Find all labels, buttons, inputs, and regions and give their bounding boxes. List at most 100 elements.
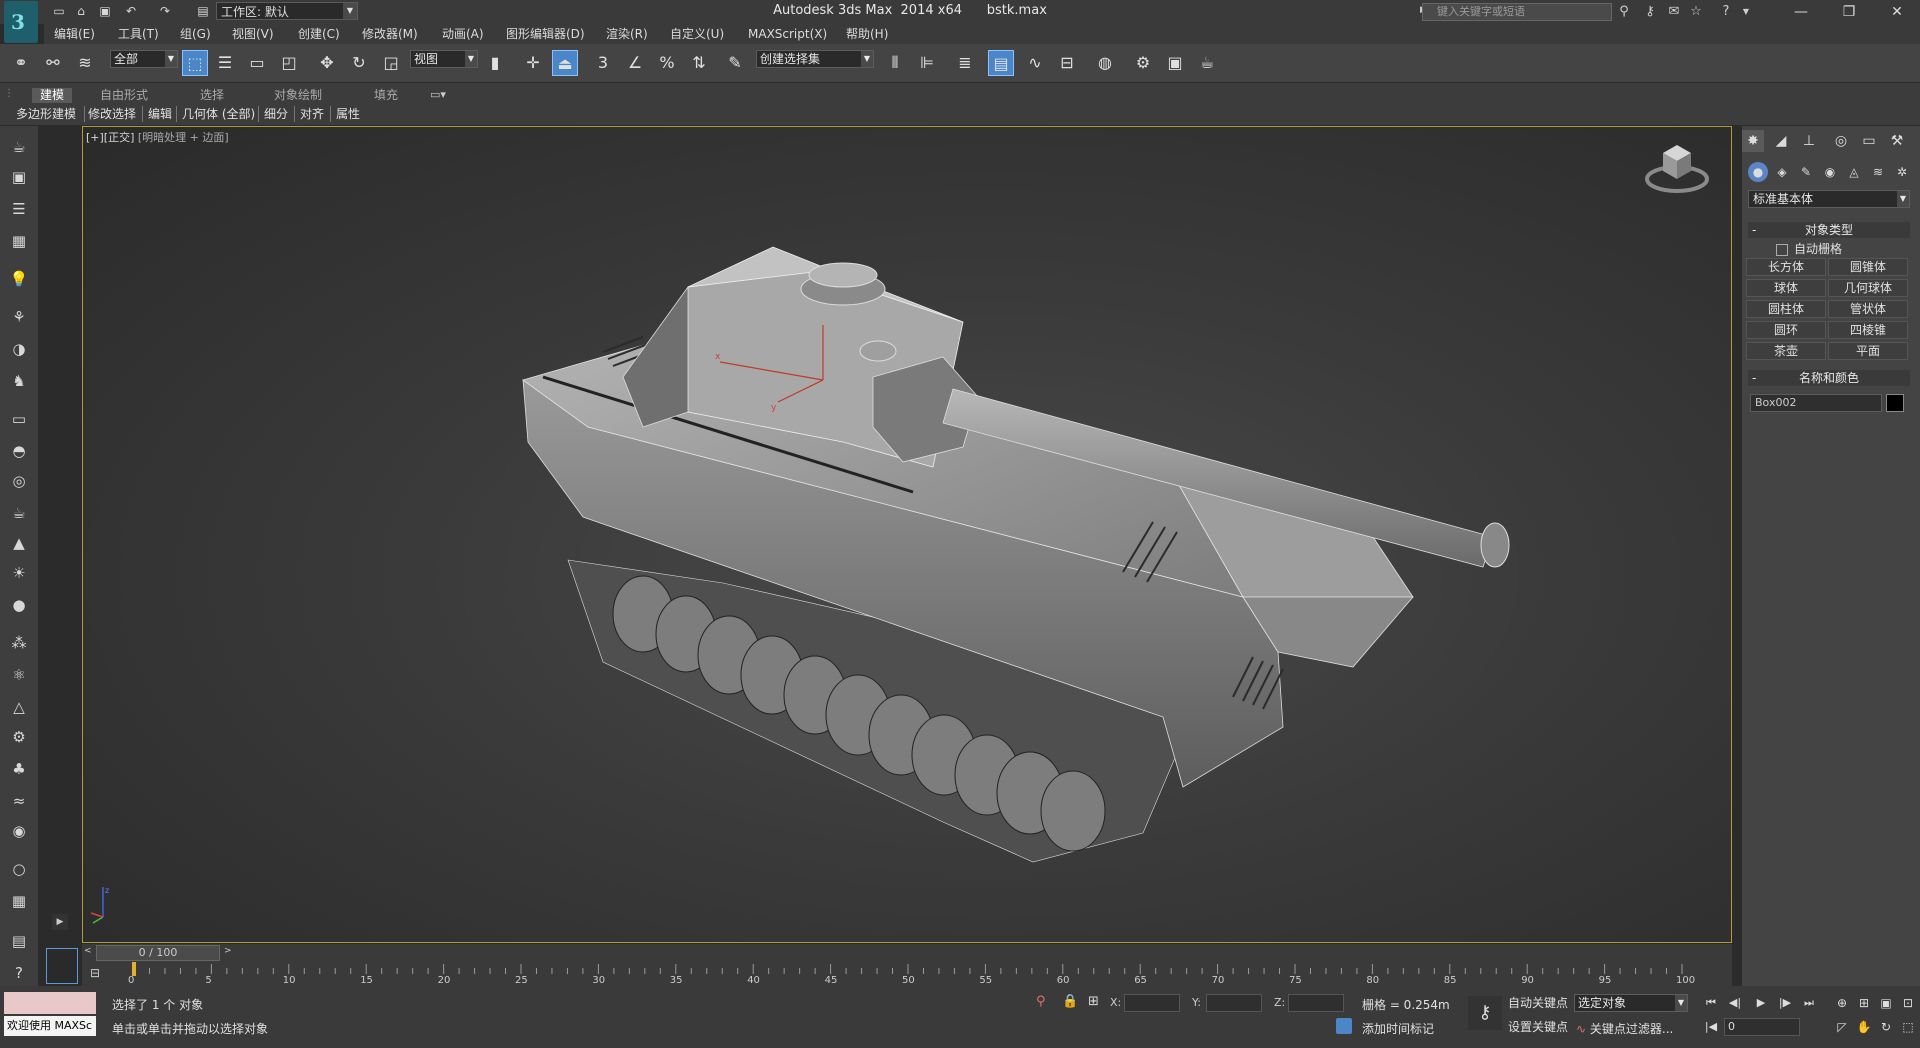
- utilities-tab-icon[interactable]: ⚒: [1886, 130, 1908, 152]
- geometry-icon[interactable]: ●: [1748, 162, 1768, 182]
- pyramid-button[interactable]: 四棱锥: [1828, 321, 1908, 339]
- time-slider[interactable]: [82, 944, 1732, 962]
- go-to-end-icon[interactable]: ⏭: [1798, 994, 1820, 1012]
- help-icon[interactable]: ?: [5, 962, 33, 984]
- angle-snap-icon[interactable]: ∠: [622, 50, 648, 76]
- help-dropdown-icon[interactable]: ▼: [1736, 3, 1756, 21]
- select-and-rotate-icon[interactable]: ↻: [346, 50, 372, 76]
- viewport-label-main[interactable]: [+][正交]: [86, 131, 134, 144]
- ribbon-tab-freeform[interactable]: 自由形式: [100, 88, 148, 103]
- space-warps-icon[interactable]: ≋: [1868, 162, 1888, 182]
- light-bulb-icon[interactable]: 💡: [5, 268, 33, 290]
- play-icon[interactable]: ▶: [1750, 994, 1772, 1012]
- box-button[interactable]: 长方体: [1746, 258, 1826, 276]
- expand-arrow-icon[interactable]: ▶: [52, 914, 68, 930]
- ribbon-panel-geometry-all[interactable]: 几何体 (全部): [182, 106, 255, 122]
- window-crossing-icon[interactable]: ◰: [276, 50, 302, 76]
- calculator-icon[interactable]: ▦: [5, 890, 33, 912]
- ribbon-panel-edit[interactable]: 编辑: [148, 106, 172, 122]
- hair-fur-icon[interactable]: ≈: [5, 790, 33, 812]
- align-icon[interactable]: ⊫: [914, 50, 940, 76]
- menu-help[interactable]: 帮助(H): [846, 26, 888, 42]
- workspace-dropdown[interactable]: 工作区: 默认 ▼: [216, 2, 358, 20]
- object-name-input[interactable]: Box002: [1750, 394, 1882, 412]
- maxscript-listener-output[interactable]: [4, 992, 96, 1014]
- z-coordinate-field[interactable]: [1288, 994, 1344, 1012]
- grid-icon[interactable]: ▦: [5, 230, 33, 252]
- lights-icon[interactable]: ✎: [1796, 162, 1816, 182]
- render-frame-icon[interactable]: ▣: [5, 166, 33, 188]
- hierarchy-tab-icon[interactable]: ⊥: [1798, 130, 1820, 152]
- ribbon-tab-modeling[interactable]: 建模: [32, 88, 73, 103]
- save-file-icon[interactable]: ▣: [96, 3, 114, 19]
- open-file-icon[interactable]: ⌂: [72, 3, 90, 19]
- cameras-icon[interactable]: ◉: [1820, 162, 1840, 182]
- selection-filter-dropdown[interactable]: 全部 ▼: [110, 50, 178, 68]
- menu-animation[interactable]: 动画(A): [442, 26, 484, 42]
- favorites-star-icon[interactable]: ☆: [1686, 3, 1706, 21]
- helpers-icon[interactable]: ◬: [1844, 162, 1864, 182]
- new-file-icon[interactable]: ▭: [50, 3, 68, 19]
- biped-icon[interactable]: ♞: [5, 370, 33, 392]
- add-time-tag-button[interactable]: 添加时间标记: [1362, 1020, 1434, 1037]
- key-filters-button[interactable]: ∿ 关键点过滤器...: [1576, 1020, 1673, 1037]
- render-setup-icon[interactable]: ⚙: [1130, 50, 1156, 76]
- ribbon-panel-subdivision[interactable]: 细分: [264, 106, 288, 122]
- molecule-icon[interactable]: ⚛: [5, 664, 33, 686]
- create-tab-icon[interactable]: ✸: [1742, 130, 1764, 152]
- curve-editor-mini-icon[interactable]: ⊟: [90, 966, 100, 980]
- auto-key-button[interactable]: 自动关键点: [1508, 994, 1568, 1012]
- curve-editor-icon[interactable]: ∿: [1022, 50, 1048, 76]
- y-coordinate-field[interactable]: [1206, 994, 1262, 1012]
- menu-customize[interactable]: 自定义(U): [670, 26, 724, 42]
- select-and-scale-icon[interactable]: ◲: [378, 50, 404, 76]
- binoculars-icon[interactable]: ⚲: [1614, 3, 1634, 21]
- menu-rendering[interactable]: 渲染(R): [606, 26, 648, 42]
- layer-explorer-icon[interactable]: ▤: [5, 930, 33, 952]
- reference-coordinate-dropdown[interactable]: 视图 ▼: [410, 50, 478, 68]
- menu-group[interactable]: 组(G): [180, 26, 211, 42]
- help-icon[interactable]: ?: [1716, 3, 1736, 21]
- cylinder-button[interactable]: 圆柱体: [1746, 300, 1826, 318]
- ribbon-tab-selection[interactable]: 选择: [200, 88, 224, 103]
- menu-maxscript[interactable]: MAXScript(X): [748, 26, 827, 42]
- maxscript-listener-input[interactable]: 欢迎使用 MAXSc: [4, 1016, 96, 1036]
- pivot-center-icon[interactable]: ▮: [482, 50, 508, 76]
- current-frame-field[interactable]: 0: [1724, 1018, 1800, 1036]
- viewcube[interactable]: [1645, 139, 1709, 195]
- autogrid-checkbox[interactable]: 自动栅格: [1776, 240, 1842, 257]
- ribbon-panel-polygon-modeling[interactable]: 多边形建模: [16, 106, 76, 122]
- time-tag-icon[interactable]: [1336, 1018, 1352, 1034]
- select-object-icon[interactable]: ⬚: [182, 50, 208, 76]
- select-and-link-icon[interactable]: ⚭: [8, 50, 34, 76]
- viewport-label-shading[interactable]: [明暗处理 + 边面]: [138, 131, 229, 144]
- material-editor-icon[interactable]: ◍: [1092, 50, 1118, 76]
- menu-create[interactable]: 创建(C): [298, 26, 340, 42]
- go-to-start-icon[interactable]: ⏮: [1700, 994, 1722, 1012]
- cone-button[interactable]: 圆锥体: [1828, 258, 1908, 276]
- graphite-ribbon-icon[interactable]: ▤: [988, 50, 1014, 76]
- project-folder-icon[interactable]: ▤: [194, 3, 212, 19]
- unlink-icon[interactable]: ⚯: [40, 50, 66, 76]
- set-key-button[interactable]: 设置关键点: [1508, 1018, 1568, 1036]
- field-of-view-icon[interactable]: ◸: [1832, 1018, 1852, 1036]
- named-selection-dropdown[interactable]: 创建选择集 ▼: [756, 50, 874, 68]
- subscription-icon[interactable]: ⚷: [1640, 3, 1660, 21]
- sphere-button[interactable]: 球体: [1746, 279, 1826, 297]
- menu-graph-editors[interactable]: 图形编辑器(D): [506, 26, 585, 42]
- undo-icon[interactable]: ↶: [122, 3, 140, 19]
- menu-views[interactable]: 视图(V): [232, 26, 274, 42]
- sphere-icon[interactable]: ●: [5, 594, 33, 616]
- torus-icon[interactable]: ◎: [5, 470, 33, 492]
- key-mode-dropdown[interactable]: 选定对象 ▼: [1574, 994, 1688, 1012]
- mirror-icon[interactable]: ⫴: [882, 50, 908, 76]
- ribbon-panel-properties[interactable]: 属性: [336, 106, 360, 122]
- modify-tab-icon[interactable]: ◢: [1770, 130, 1792, 152]
- walkthrough-icon[interactable]: ⚘: [5, 306, 33, 328]
- teapot-create-icon[interactable]: ☕: [5, 136, 33, 158]
- name-and-color-rollout[interactable]: - 名称和颜色: [1748, 370, 1910, 386]
- communication-icon[interactable]: ✉: [1664, 3, 1684, 21]
- teapot-button[interactable]: 茶壶: [1746, 342, 1826, 360]
- viewport-front[interactable]: x y z: [82, 126, 1732, 943]
- gear-icon[interactable]: ⚙: [5, 726, 33, 748]
